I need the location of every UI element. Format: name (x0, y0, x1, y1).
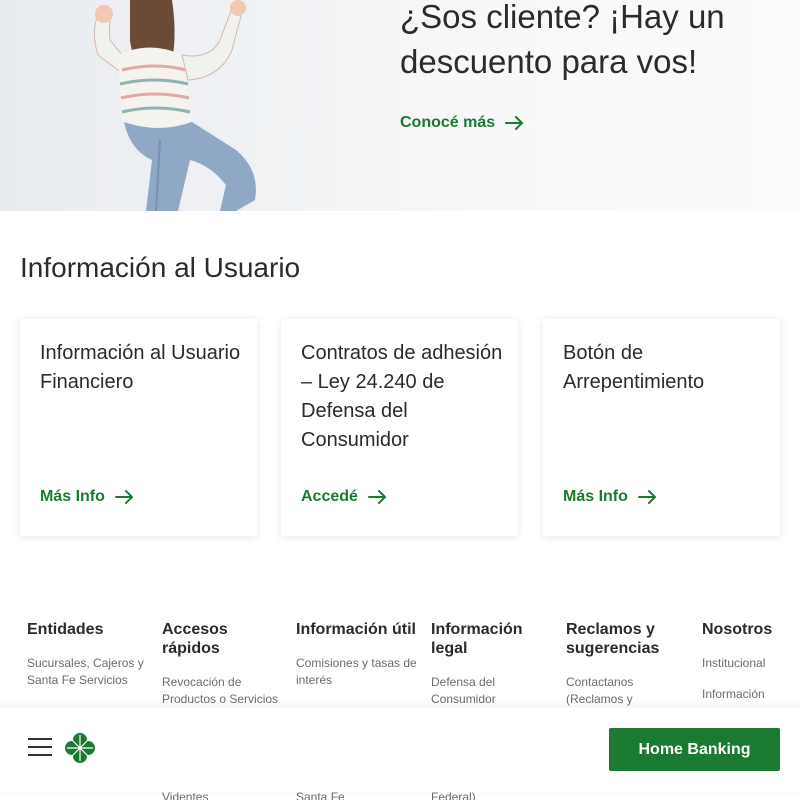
arrow-right-icon (637, 490, 656, 504)
promo-banner: ¿Sos cliente? ¡Hay un descuento para vos… (0, 0, 800, 211)
arrow-right-icon (367, 490, 386, 504)
footer-link[interactable]: Revocación de Productos o Servicios (162, 674, 287, 708)
footer-heading: Accesos rápidos (162, 621, 228, 657)
learn-more-link[interactable]: Conocé más (400, 114, 525, 132)
card-link-label: Más Info (40, 488, 105, 505)
card-title: Información al Usuario Financiero (40, 342, 241, 393)
footer-column-informacion-legal: Información legal Defensa del Consumidor (431, 620, 556, 722)
footer-link[interactable]: Sucursales, Cajeros y Santa Fe Servicios (27, 655, 152, 689)
access-link[interactable]: Accedé (301, 488, 388, 506)
info-card-adhesion-contracts: Contratos de adhesión – Ley 24.240 de De… (281, 319, 518, 536)
arrow-right-icon (505, 116, 524, 130)
section-title: Información al Usuario (20, 252, 301, 283)
footer-link[interactable]: Institucional (702, 655, 792, 672)
clover-logo-icon[interactable] (64, 732, 96, 764)
card-link-label: Accedé (301, 488, 358, 505)
footer-link[interactable]: Contactanos (Reclamos y (566, 674, 691, 708)
info-card-withdrawal-button: Botón de Arrepentimiento Más Info (543, 319, 780, 536)
footer-heading: Información legal (431, 621, 523, 657)
promo-title: ¿Sos cliente? ¡Hay un descuento para vos… (400, 0, 725, 80)
footer-column-accesos: Accesos rápidos Revocación de Productos … (162, 620, 287, 722)
more-info-link[interactable]: Más Info (40, 488, 135, 506)
info-card-financial-user: Información al Usuario Financiero Más In… (20, 319, 257, 536)
card-link-label: Más Info (563, 488, 628, 505)
footer-link[interactable]: Comisiones y tasas de interés (296, 655, 421, 689)
footer-heading: Nosotros (702, 621, 773, 638)
more-info-link[interactable]: Más Info (563, 488, 658, 506)
home-banking-button[interactable]: Home Banking (609, 728, 780, 771)
footer-column-entidades: Entidades Sucursales, Cajeros y Santa Fe… (27, 620, 152, 703)
learn-more-label: Conocé más (400, 114, 496, 131)
footer-column-nosotros: Nosotros Institucional Información (702, 620, 792, 717)
footer-heading: Información útil (296, 621, 416, 638)
promo-person-image (94, 0, 256, 211)
sticky-bottom-bar: Home Banking (0, 708, 800, 792)
footer-link[interactable]: Información (702, 686, 792, 703)
card-title: Botón de Arrepentimiento (563, 342, 705, 393)
footer-heading: Entidades (27, 621, 104, 638)
footer-column-informacion-util: Información útil Comisiones y tasas de i… (296, 620, 421, 703)
hamburger-menu-icon[interactable] (28, 738, 52, 758)
footer-heading: Reclamos y sugerencias (566, 621, 660, 657)
footer-link[interactable]: Defensa del Consumidor (431, 674, 556, 708)
arrow-right-icon (114, 490, 133, 504)
card-title: Contratos de adhesión – Ley 24.240 de De… (301, 342, 503, 451)
footer-column-reclamos: Reclamos y sugerencias Contactanos (Recl… (566, 620, 691, 722)
